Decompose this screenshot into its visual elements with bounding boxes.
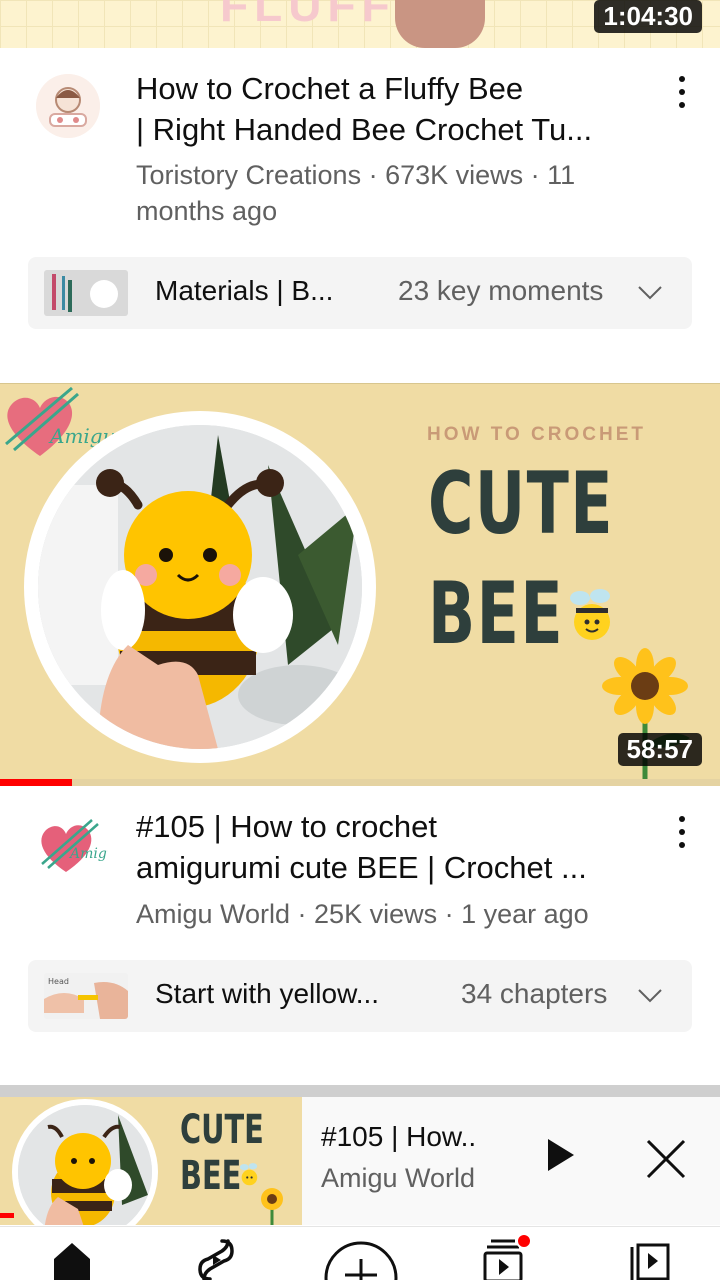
more-options-icon[interactable] xyxy=(672,72,692,112)
chapter-thumbnail xyxy=(44,270,128,316)
toristory-logo-icon xyxy=(36,74,100,138)
more-options-icon[interactable] xyxy=(672,812,692,852)
channel-avatar[interactable]: Amigu xyxy=(36,814,116,878)
top-video-thumbnail[interactable]: FLUFFY B 1:04:30 xyxy=(0,0,720,48)
thumbnail-title-line1: CUTE xyxy=(428,454,615,554)
svg-text:Amigu: Amigu xyxy=(68,846,108,862)
notification-dot xyxy=(516,1233,532,1249)
video-meta-amigu[interactable]: Amigu #105 | How to crochet amigurumi cu… xyxy=(0,800,720,940)
svg-text:Head: Head xyxy=(48,977,69,986)
mini-player-title[interactable]: #105 | How.. xyxy=(321,1121,476,1153)
mini-player[interactable]: CUTE BEE #105 | How.. Amigu World xyxy=(0,1085,720,1225)
bee-photo xyxy=(38,425,362,749)
crochet-bee-image xyxy=(38,425,362,749)
watch-progress-track xyxy=(0,779,720,786)
nav-library[interactable] xyxy=(618,1241,678,1280)
nav-create[interactable] xyxy=(324,1241,398,1280)
cartoon-bee-icon xyxy=(570,589,610,640)
chapter-thumbnail: Head xyxy=(44,973,128,1019)
chevron-down-icon[interactable] xyxy=(638,984,662,1008)
video-meta-toristory[interactable]: How to Crochet a Fluffy Bee | Right Hand… xyxy=(0,60,720,240)
mini-thumb-line1: CUTE xyxy=(180,1107,264,1153)
video-title[interactable]: How to Crochet a Fluffy Bee | Right Hand… xyxy=(136,68,646,150)
chapters-row[interactable]: Head Start with yellow... 34 chapters xyxy=(28,960,692,1032)
mini-player-channel: Amigu World xyxy=(321,1163,476,1193)
bee-video-thumbnail[interactable]: Amigu HOW TO CROCHET CUTE BEE 58:57 xyxy=(0,383,720,781)
play-icon[interactable] xyxy=(540,1135,580,1175)
amigu-world-logo-icon: Amigu xyxy=(41,819,116,872)
chapter-count: 23 key moments xyxy=(398,275,604,306)
create-icon xyxy=(324,1241,398,1280)
chapter-name: Materials | B... xyxy=(155,275,334,306)
mini-thumb-line2: BEE xyxy=(180,1153,242,1199)
video-metadata: Toristory Creations · 673K views · 11 mo… xyxy=(136,160,576,226)
video-title[interactable]: #105 | How to crochet amigurumi cute BEE… xyxy=(136,806,646,888)
nav-shorts[interactable] xyxy=(186,1239,246,1280)
key-moments-row[interactable]: Materials | B... 23 key moments xyxy=(28,257,692,329)
library-icon xyxy=(630,1243,670,1280)
shorts-icon xyxy=(198,1239,234,1280)
channel-avatar[interactable] xyxy=(36,74,100,138)
nav-home[interactable] xyxy=(42,1239,102,1280)
mini-player-thumbnail[interactable]: CUTE BEE xyxy=(0,1097,302,1225)
mini-player-progress xyxy=(0,1213,14,1218)
watch-progress-bar xyxy=(0,779,72,786)
thumbnail-kicker: HOW TO CROCHET xyxy=(427,424,646,445)
chapter-name: Start with yellow... xyxy=(155,978,380,1009)
nav-subscriptions[interactable] xyxy=(474,1233,534,1280)
chapter-count: 34 chapters xyxy=(461,978,608,1009)
bottom-navigation xyxy=(0,1226,720,1280)
duration-badge: 58:57 xyxy=(617,733,702,766)
cartoon-bee-icon xyxy=(239,1163,258,1186)
close-icon[interactable] xyxy=(644,1137,688,1181)
thumbnail-title-line2: BEE xyxy=(428,564,565,664)
chevron-down-icon[interactable] xyxy=(638,281,662,305)
duration-badge: 1:04:30 xyxy=(594,0,702,33)
thumbnail-hand-image xyxy=(395,0,485,48)
sunflower-icon xyxy=(261,1188,283,1225)
home-icon xyxy=(54,1243,90,1280)
video-metadata: Amigu World · 25K views · 1 year ago xyxy=(136,899,589,929)
